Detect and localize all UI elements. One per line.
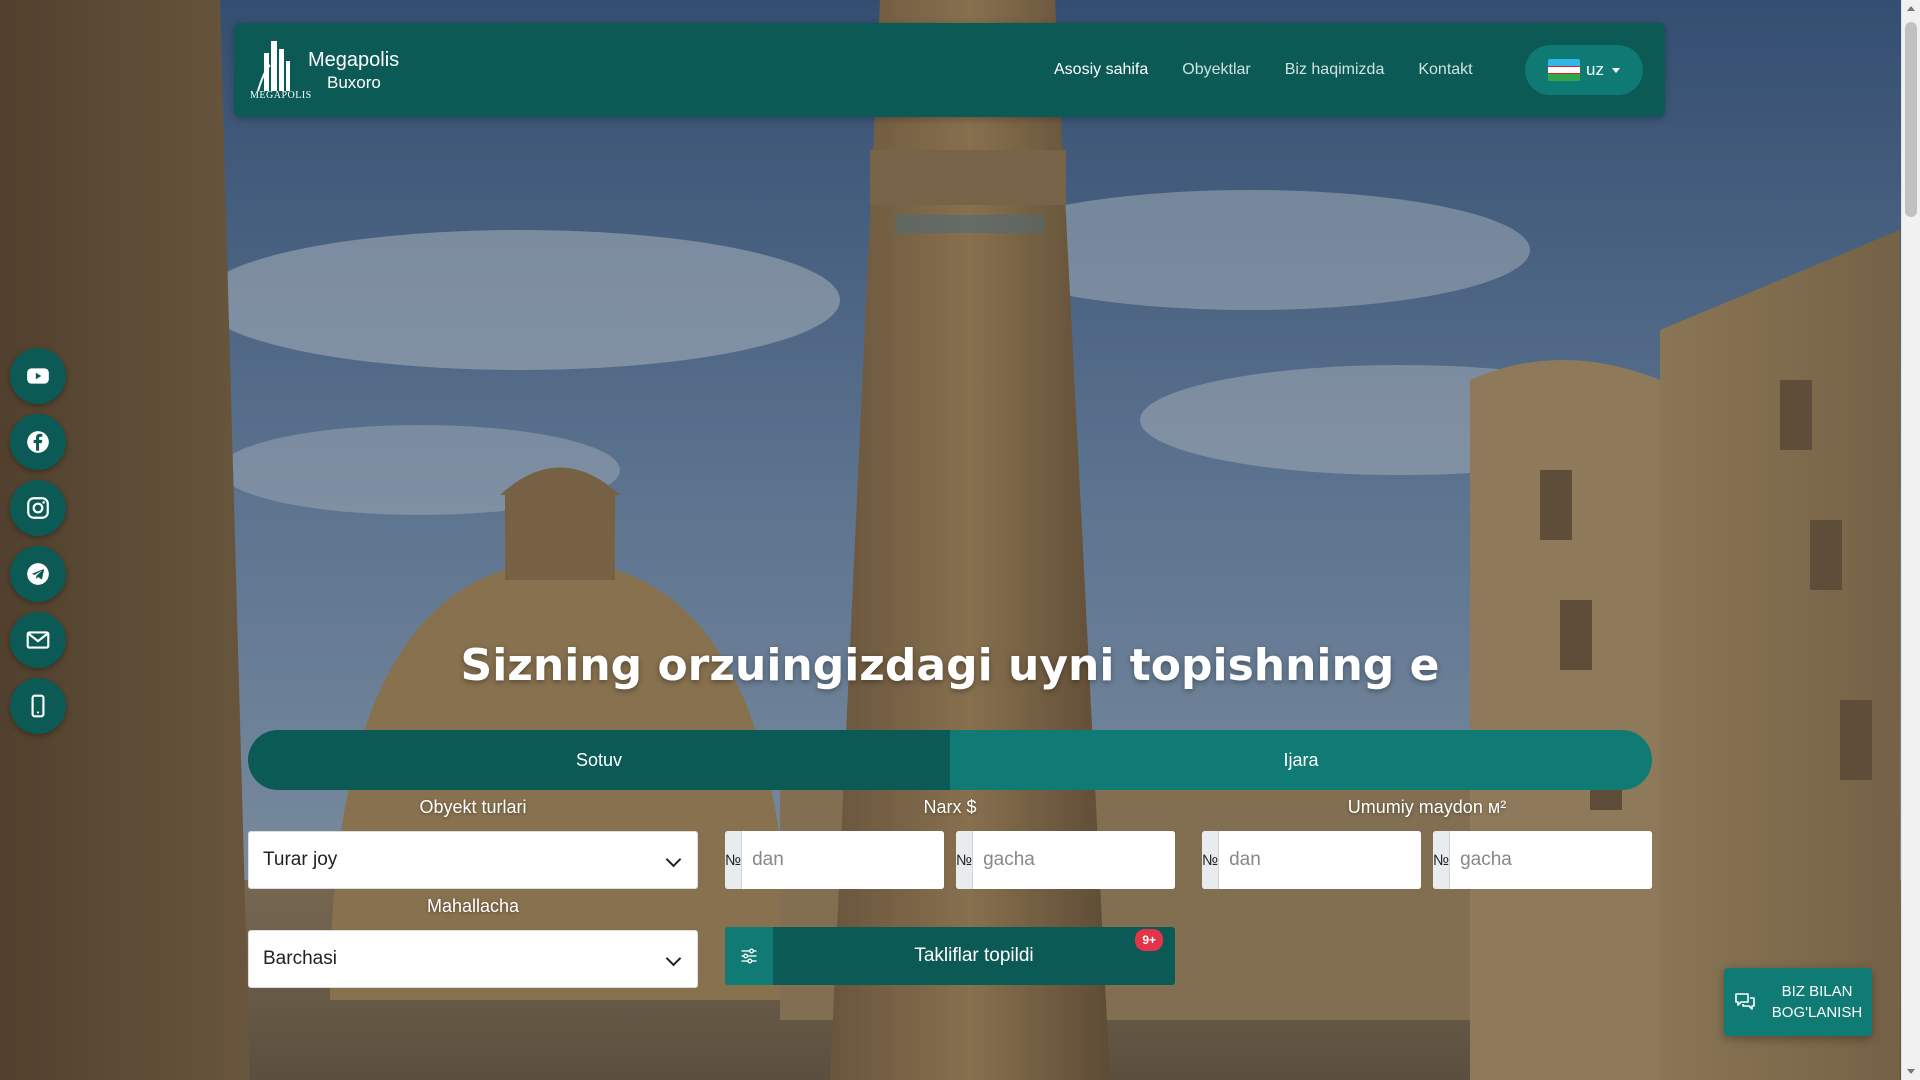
deal-type-tabs: Sotuv Ijara	[248, 730, 1652, 790]
price-from-input[interactable]	[742, 831, 944, 889]
nav-link-home[interactable]: Asosiy sahifa	[1054, 61, 1148, 79]
language-selector[interactable]: uz	[1525, 45, 1643, 95]
contact-us-line1: BIZ BILAN	[1781, 983, 1853, 1000]
brand-city: Buxoro	[327, 73, 381, 92]
scroll-up-arrow[interactable]	[1907, 6, 1915, 11]
neighborhood-value: Barchasi	[263, 948, 337, 969]
contact-us-button[interactable]: BIZ BILAN BOG'LANISH	[1724, 968, 1872, 1036]
top-navbar: MEGAPOLIS Megapolis Buxoro Asosiy sahifa…	[234, 23, 1665, 117]
facebook-button[interactable]	[10, 414, 66, 470]
search-results-button[interactable]: Takliflar topildi 9+	[725, 927, 1175, 985]
instagram-icon	[27, 497, 49, 519]
scroll-thumb[interactable]	[1905, 22, 1917, 217]
facebook-icon	[27, 431, 49, 453]
price-to-input[interactable]	[973, 831, 1175, 889]
object-type-label: Obyekt turlari	[419, 797, 527, 817]
youtube-button[interactable]	[10, 348, 66, 404]
logo-caption: MEGAPOLIS	[250, 90, 312, 101]
hero-title: Sizning orzuingizdagi uyni topishning e	[460, 640, 1440, 691]
filter-toggle-button[interactable]	[725, 927, 773, 985]
neighborhood-label: Mahallacha	[426, 896, 520, 916]
number-prefix: №	[956, 831, 974, 889]
caret-down-icon	[1611, 67, 1620, 73]
number-prefix: №	[725, 831, 743, 889]
scroll-down-arrow[interactable]	[1907, 1069, 1915, 1074]
phone-icon	[31, 694, 45, 718]
object-type-select[interactable]: Turar joy	[248, 831, 698, 889]
nav-link-contact[interactable]: Kontakt	[1418, 61, 1472, 79]
language-code: uz	[1586, 60, 1604, 79]
main-nav: Asosiy sahifa Obyektlar Biz haqimizda Ko…	[1054, 23, 1473, 117]
tab-sale[interactable]: Sotuv	[248, 730, 950, 790]
results-count-badge: 9+	[1135, 929, 1163, 951]
area-from-group: №	[1202, 831, 1421, 889]
youtube-icon	[27, 368, 49, 384]
telegram-button[interactable]	[10, 546, 66, 602]
nav-link-about[interactable]: Biz haqimizda	[1285, 61, 1385, 79]
contact-us-label: BIZ BILAN BOG'LANISH	[1766, 981, 1872, 1023]
chat-icon	[1735, 993, 1755, 1010]
background-overlay	[0, 0, 1920, 1080]
tab-rent[interactable]: Ijara	[950, 730, 1652, 790]
object-type-value: Turar joy	[263, 849, 338, 870]
site-logo[interactable]: MEGAPOLIS Megapolis Buxoro	[250, 33, 420, 107]
area-from-input[interactable]	[1219, 831, 1421, 889]
price-label: Narx $	[923, 797, 977, 817]
area-to-group: №	[1433, 831, 1652, 889]
number-prefix: №	[1202, 831, 1220, 889]
chevron-down-icon	[665, 851, 682, 868]
sliders-icon	[741, 948, 757, 964]
chevron-down-icon	[665, 950, 682, 967]
area-to-input[interactable]	[1450, 831, 1652, 889]
number-prefix: №	[1433, 831, 1451, 889]
area-label: Umumiy maydon м²	[1347, 797, 1507, 817]
nav-link-objects[interactable]: Obyektlar	[1182, 61, 1250, 79]
page-scrollbar[interactable]	[1901, 0, 1920, 1080]
telegram-icon	[27, 563, 49, 585]
instagram-button[interactable]	[10, 480, 66, 536]
neighborhood-select[interactable]: Barchasi	[248, 930, 698, 988]
brand-name: Megapolis	[308, 49, 400, 71]
contact-us-line2: BOG'LANISH	[1771, 1004, 1863, 1021]
price-to-group: №	[956, 831, 1175, 889]
uzbekistan-flag-icon	[1548, 59, 1581, 81]
price-from-group: №	[725, 831, 944, 889]
search-results-label: Takliflar topildi	[914, 945, 1034, 966]
